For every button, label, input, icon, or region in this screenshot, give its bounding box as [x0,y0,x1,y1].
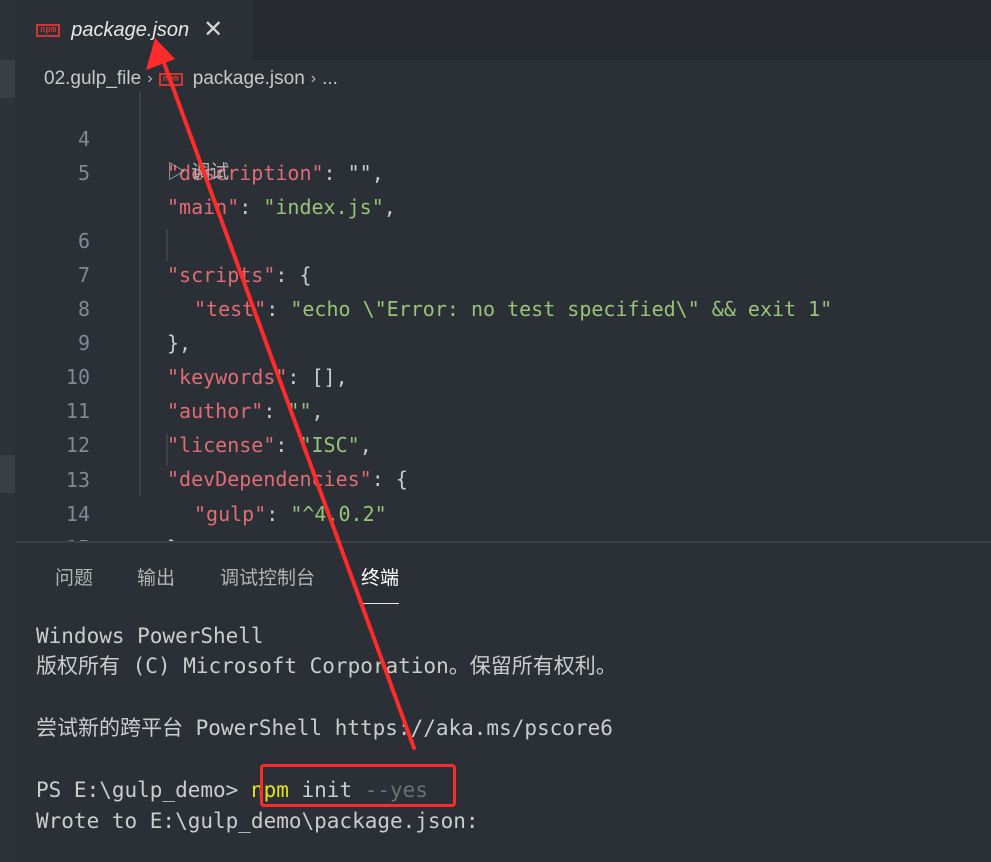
terminal-line: 版权所有 (C) Microsoft Corporation。保留所有权利。 [36,654,617,678]
code-line: 9 "keywords": [], [77,331,348,389]
terminal-command-line[interactable]: PS E:\gulp_demo> npm init --yes [36,775,428,805]
code-line: 13 "gulp": "^4.0.2" [65,468,387,526]
debug-codelens[interactable]: ▷ 调试 [167,156,229,190]
code-line: 6 "scripts": { [77,229,312,287]
code-line: 5 "main": "index.js", [77,161,396,219]
tab-terminal[interactable]: 终端 [361,563,400,604]
terminal-cmd-flag: --yes [364,778,428,802]
tab-problems[interactable]: 问题 [55,563,93,603]
tab-debug-console[interactable]: 调试控制台 [220,563,315,603]
terminal-cmd-init: init [288,778,365,802]
terminal-line: 尝试新的跨平台 PowerShell https://aka.ms/pscore… [36,716,613,740]
code-line: 14 } [65,502,179,541]
code-line: 15 } [15,497,991,541]
terminal-line: Wrote to E:\gulp_demo\package.json: [36,809,479,833]
code-line: 12 "devDependencies": { [65,433,408,491]
npm-icon: npm [158,72,183,86]
editor-gutter-strip [0,0,15,862]
code-line: 11 "license": "ISC", [65,399,372,457]
tab-package-json[interactable]: npm package.json ✕ [15,0,253,60]
terminal-prompt: PS E:\gulp_demo> [36,778,251,802]
code-line: 10 "author": "", [65,365,324,423]
close-icon[interactable]: ✕ [203,18,223,42]
npm-icon: npm [36,23,61,37]
editor-tab-bar: npm package.json ✕ [15,0,991,60]
code-line: 4 "description": "", [77,127,384,185]
code-line: 7 "test": "echo \"Error: no test specifi… [77,263,833,321]
tab-output[interactable]: 输出 [137,563,175,603]
code-line: 8 }, [77,297,192,355]
terminal-cmd-npm: npm [250,778,289,802]
code-editor[interactable]: 4 "description": "", 5 "main": "index.js… [15,86,991,541]
tab-title: package.json [71,18,190,41]
terminal-line: Windows PowerShell [36,624,264,648]
